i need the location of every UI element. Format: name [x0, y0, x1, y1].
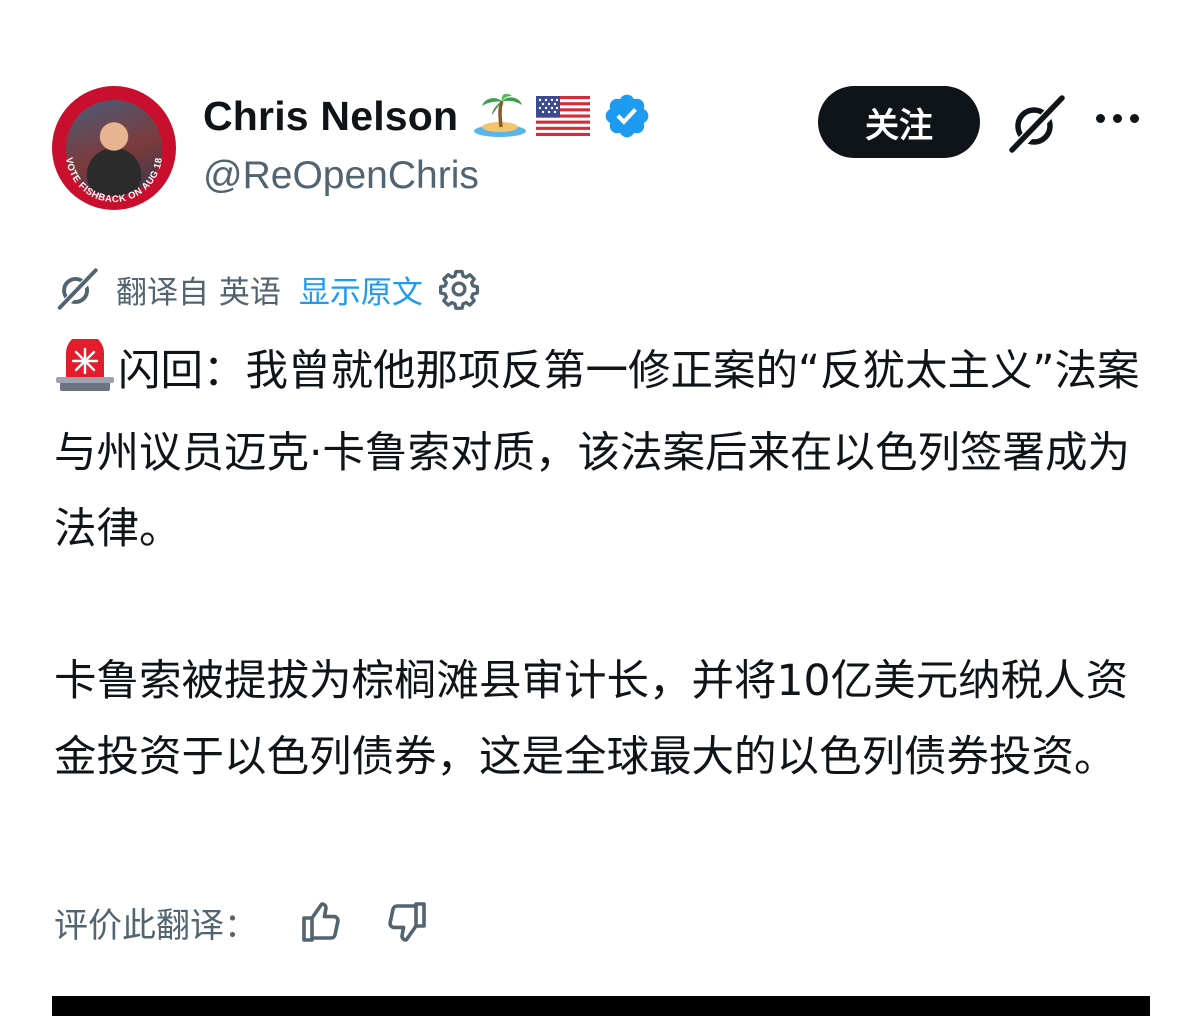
thumbs-up-icon[interactable]	[298, 898, 346, 946]
author-avatar[interactable]: VOTE FISHBACK ON AUG 18	[52, 86, 176, 210]
author-handle[interactable]: @ReOpenChris	[203, 154, 479, 198]
grok-icon[interactable]	[1004, 92, 1068, 160]
gear-icon[interactable]	[437, 267, 481, 311]
author-name[interactable]: Chris Nelson	[203, 93, 458, 140]
island-emoji	[472, 93, 528, 139]
show-original-link[interactable]: 显示原文	[299, 267, 423, 312]
avatar-ring-caption: VOTE FISHBACK ON AUG 18	[63, 157, 165, 205]
police-light-emoji	[54, 334, 116, 416]
grok-translate-icon	[54, 266, 100, 312]
author-name-row: Chris Nelson	[203, 92, 652, 140]
tweet-media[interactable]	[52, 996, 1150, 1016]
follow-button[interactable]: 关注	[818, 86, 980, 158]
tweet-text: 闪回：我曾就他那项反第一修正案的“反犹太主义”法案与州议员迈克·卡鲁索对质，该法…	[54, 334, 1164, 796]
translation-bar: 翻译自 英语 显示原文	[54, 262, 481, 316]
translated-from-label: 翻译自 英语	[116, 274, 281, 311]
us-flag-emoji	[536, 96, 591, 136]
tweet-paragraph-2: 卡鲁索被提拔为棕榈滩县审计长，并将10亿美元纳税人资金投资于以色列债券，这是全球…	[54, 657, 1129, 782]
verified-badge-icon[interactable]	[602, 91, 652, 141]
tweet-paragraph-1-text: 闪回：我曾就他那项反第一修正案的“反犹太主义”法案与州议员迈克·卡鲁索对质，该法…	[54, 347, 1140, 554]
tweet-paragraph-1: 闪回：我曾就他那项反第一修正案的“反犹太主义”法案与州议员迈克·卡鲁索对质，该法…	[54, 334, 1164, 568]
more-options-icon[interactable]	[1096, 114, 1139, 123]
rate-translation-row: 评价此翻译：	[54, 892, 430, 952]
rate-translation-label: 评价此翻译：	[54, 905, 258, 946]
svg-text:VOTE FISHBACK ON AUG 18: VOTE FISHBACK ON AUG 18	[63, 157, 165, 205]
thumbs-down-icon[interactable]	[382, 898, 430, 946]
